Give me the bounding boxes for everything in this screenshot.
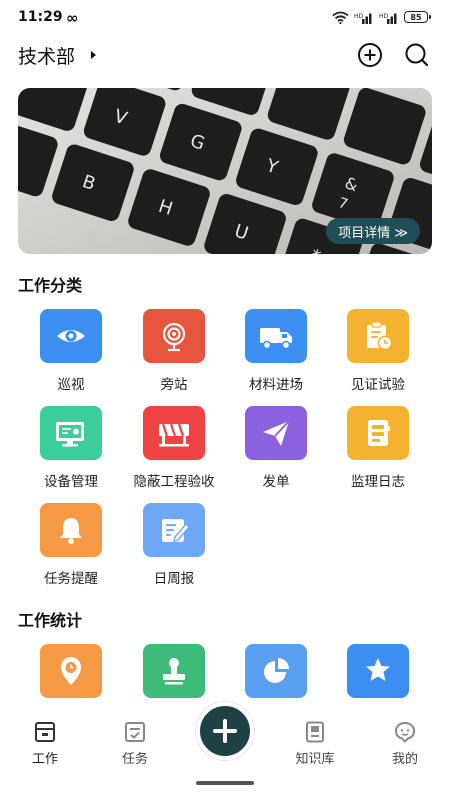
category-tile-concealed-acceptance[interactable]: 隐蔽工程验收 [124,406,224,496]
categories-section-title: 工作分类 [18,276,83,295]
tab-label: 工作 [31,752,58,767]
clipboard-clock-icon [347,309,409,363]
create-fab-button[interactable] [196,702,254,760]
send-icon [245,406,307,460]
category-label: 日周报 [153,571,195,587]
status-bar: 11:29 ∞ HD HD 85 [0,0,450,34]
search-icon[interactable] [404,42,430,68]
tab-work[interactable]: 工作 [5,720,85,770]
tab-label: 我的 [391,752,418,767]
category-tile-daily-weekly-report[interactable]: 日周报 [124,503,224,593]
add-icon[interactable] [357,42,383,68]
category-label: 巡视 [57,377,85,393]
signal-icon: HD [354,13,372,24]
log-book-icon [347,406,409,460]
status-time: 11:29 [18,9,63,25]
home-indicator [196,781,254,785]
category-label: 见证试验 [351,377,405,393]
bell-icon [40,503,102,557]
tab-mine[interactable]: 我的 [365,720,445,770]
header: 技术部 [0,36,450,76]
tab-label: 任务 [121,752,148,767]
stats-tile-attendance[interactable]: 考勤打卡 [21,644,121,716]
pie-chart-icon [245,644,307,698]
category-label: 任务提醒 [44,571,98,587]
svg-text:HD: HD [354,13,364,20]
eye-icon [40,309,102,363]
profile-chat-icon [394,721,416,743]
category-tile-dispatch[interactable]: 发单 [226,406,326,496]
project-banner[interactable]: V G Y & 7 B H U * 项目详情 ≫ [18,88,432,254]
tab-knowledge-base[interactable]: 知识库 [275,720,355,770]
svg-text:HD: HD [379,13,389,20]
stats-tile-activity[interactable]: 动态 [328,644,428,716]
barrier-icon [143,406,205,460]
project-detail-button[interactable]: 项目详情 ≫ [326,218,420,244]
category-tile-material-entry[interactable]: 材料进场 [226,309,326,399]
category-tile-sidestation[interactable]: 旁站 [124,309,224,399]
task-icon [125,722,145,742]
category-tile-equipment[interactable]: 设备管理 [21,406,121,496]
stats-tile-data-statistics[interactable]: 数据统计 [226,644,326,716]
signal-icon: HD [379,13,397,24]
work-tray-icon [35,722,55,742]
wifi-icon [332,11,349,24]
knowledge-book-icon [306,721,324,743]
category-tile-witness-test[interactable]: 见证试验 [328,309,428,399]
category-tile-inspection[interactable]: 巡视 [21,309,121,399]
tab-label: 知识库 [295,752,335,767]
caret-right-icon[interactable] [91,51,96,59]
star-chat-icon [347,644,409,698]
category-tile-task-reminder[interactable]: 任务提醒 [21,503,121,593]
category-label: 监理日志 [351,474,405,490]
category-label: 设备管理 [44,474,98,490]
truck-icon [245,309,307,363]
location-clock-icon [40,644,102,698]
department-selector[interactable]: 技术部 [18,42,75,69]
category-tile-supervision-log[interactable]: 监理日志 [328,406,428,496]
battery-icon: 85 [404,11,431,23]
stamp-icon [143,644,205,698]
stats-section-title: 工作统计 [18,611,83,630]
report-edit-icon [143,503,205,557]
tab-tasks[interactable]: 任务 [95,720,175,770]
plus-icon [213,719,237,743]
monitor-gear-icon [40,406,102,460]
status-icons: HD HD 85 [332,10,431,24]
infinity-icon: ∞ [66,9,79,27]
target-icon [143,309,205,363]
